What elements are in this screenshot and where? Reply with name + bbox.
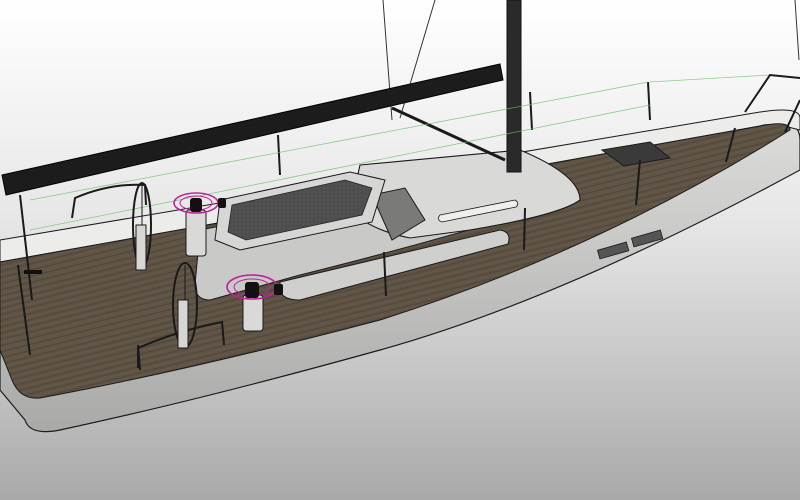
deck-cleat: [274, 284, 283, 295]
traveler-block: [24, 270, 42, 274]
sailboat-render[interactable]: [0, 0, 800, 500]
3d-viewport[interactable]: [0, 0, 800, 500]
mast[interactable]: [506, 0, 522, 173]
deck-cleat: [218, 198, 226, 208]
